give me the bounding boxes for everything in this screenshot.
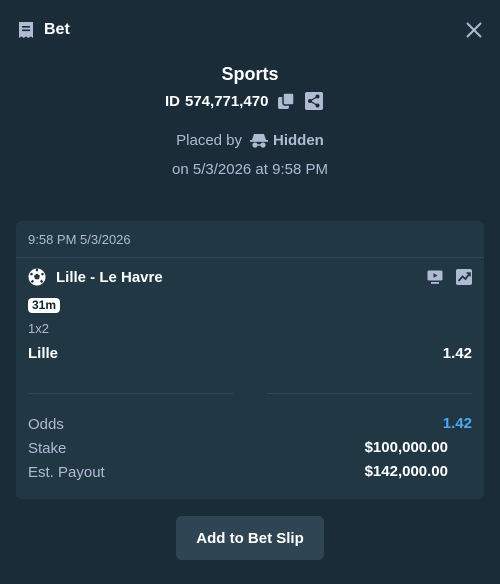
bet-category: Sports [221,64,279,84]
live-stream-icon[interactable] [427,269,443,285]
bet-slip-icon [19,22,33,38]
stake-value: $100,000.00 [364,439,448,456]
divider-left [28,393,234,394]
odds-value: 1.42 [442,415,472,432]
soccer-ball-icon [28,268,46,286]
stats-icon[interactable] [456,269,472,285]
placed-by-row: Placed by Hidden [0,132,500,149]
bet-id-prefix: ID [165,92,180,110]
stake-label: Stake [28,440,67,457]
card-timestamp: 9:58 PM 5/3/2026 [16,221,484,258]
add-to-bet-slip-button[interactable]: Add to Bet Slip [176,516,324,560]
placed-by-label: Placed by [176,132,243,149]
close-icon[interactable] [464,20,484,40]
selection-odds: 1.42 [442,345,472,362]
modal-header: Bet [0,0,500,60]
event-row[interactable]: Lille - Le Havre [28,268,163,286]
share-icon[interactable] [305,92,324,110]
live-time-badge: 31m [28,298,61,313]
bet-detail-card: 9:58 PM 5/3/2026 Lille - Le Havre 31m 1x… [16,221,484,499]
payout-value: $142,000.00 [364,463,448,480]
copy-icon[interactable] [277,92,296,110]
odds-label: Odds [28,416,64,433]
modal-title: Bet [44,21,70,38]
payout-label: Est. Payout [28,464,105,481]
incognito-icon [250,133,269,148]
placed-by-user: Hidden [273,132,324,149]
market-name: 1x2 [28,321,49,336]
divider-right [267,393,472,394]
event-name: Lille - Le Havre [56,268,163,286]
placed-date: on 5/3/2026 at 9:58 PM [172,161,328,178]
selection-name: Lille [28,345,59,362]
bet-id-row: ID 574,771,470 [165,91,324,111]
bet-id-value: 574,771,470 [185,92,269,110]
